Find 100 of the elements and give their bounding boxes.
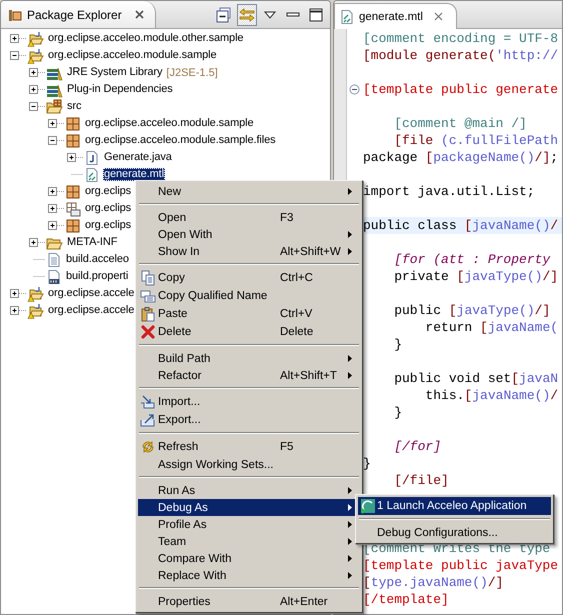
tree-toggle[interactable] (48, 204, 64, 213)
menu-item[interactable]: New (138, 183, 360, 200)
menu-item[interactable]: Compare With (138, 550, 360, 567)
menu-item[interactable]: Export... (138, 411, 360, 429)
package-icon (65, 218, 81, 234)
tree-item[interactable]: build.acceleo (65, 253, 130, 266)
tree-toggle[interactable] (48, 221, 64, 230)
tree-item[interactable]: org.eclipse.acceleo.module.sample (84, 117, 255, 130)
project-folder-icon (27, 30, 44, 46)
code-line: this.[javaName()/ (424, 387, 560, 404)
menu-item[interactable]: Properties Alt+Enter (138, 593, 360, 610)
java-file-icon (84, 150, 100, 166)
tree-toggle[interactable] (48, 119, 64, 128)
tree-toggle[interactable] (29, 85, 45, 94)
code-line: public [javaType()/] (393, 302, 552, 319)
editor-tab[interactable]: generate.mtl (334, 3, 457, 29)
close-icon (432, 11, 444, 22)
menu-item[interactable]: Copy Qualified Name (138, 287, 360, 305)
menu-item[interactable]: Refactor Alt+Shift+T (138, 367, 360, 384)
code-line: [/template] (363, 591, 450, 608)
view-tab[interactable]: Package Explorer (1, 1, 156, 28)
package-icon (65, 116, 81, 132)
tree-toggle[interactable] (48, 187, 64, 196)
export-icon (140, 412, 156, 428)
copy-icon (140, 288, 156, 304)
tree-item[interactable]: org.eclipse.acceleo.module.sample.files (84, 134, 277, 147)
project-folder-icon (27, 286, 44, 302)
code-line: [comment @main /] (393, 115, 528, 132)
tree-item[interactable]: org.eclipse.acceleo.module.sample (47, 49, 218, 62)
menu-item[interactable]: Refresh F5 (138, 438, 360, 456)
properties-file-icon (46, 268, 62, 284)
code-line: [file (c.fullFilePath (393, 132, 560, 149)
file-icon (46, 252, 62, 268)
menu-item[interactable]: 1 Launch Acceleo Application (358, 497, 551, 515)
code-line: } (393, 404, 404, 421)
menu-item[interactable]: Debug Configurations... (358, 524, 551, 541)
code-line: } (363, 455, 372, 472)
close-icon (134, 9, 145, 20)
tree-item[interactable]: src (66, 100, 82, 113)
menu-item[interactable]: Show In Alt+Shift+W (138, 243, 360, 260)
code-line: public void set[javaN (393, 370, 560, 387)
code-line: import java.util.List; (363, 183, 536, 200)
code-line: [/file] (393, 472, 450, 489)
collapse-icon (349, 84, 360, 95)
tree-item[interactable]: JRE System Library (66, 66, 164, 79)
tree-toggle[interactable] (10, 51, 26, 60)
package-icon (65, 132, 81, 148)
menu-item[interactable]: Run As (138, 482, 360, 499)
menu-item[interactable]: Assign Working Sets... (138, 456, 360, 473)
tab-title: generate.mtl (359, 10, 423, 22)
tree-toggle[interactable] (29, 238, 45, 247)
tree-item[interactable]: Plug-in Dependencies (66, 83, 174, 96)
tree-toggle[interactable] (10, 34, 26, 43)
delete-icon (140, 324, 156, 340)
menu-item[interactable]: Open With (138, 226, 360, 243)
paste-icon (140, 306, 156, 322)
tree-item[interactable]: generate.mtl (103, 168, 165, 181)
menu-item[interactable]: Paste Ctrl+V (138, 305, 360, 323)
package-folder-icon (65, 200, 81, 216)
minimize-icon (286, 12, 300, 17)
code-line: [template public generate (363, 81, 560, 98)
code-line: [module generate('http:// (363, 47, 560, 64)
tree-toggle[interactable] (29, 102, 45, 111)
tree-item[interactable]: org.eclipse.acceleo.module.other.sample (47, 32, 244, 45)
tree-toggle[interactable] (10, 306, 26, 315)
import-icon (140, 394, 156, 410)
code-line: return [javaName( (424, 319, 560, 336)
menu-item[interactable]: Open F3 (138, 209, 360, 226)
refresh-icon (140, 439, 156, 455)
code-line: package [packageName()/]; (363, 149, 560, 166)
package-icon (65, 184, 81, 200)
tree-item[interactable]: org.eclipse.accele (47, 287, 136, 300)
tree-item-decoration: [J2SE-1.5] (166, 66, 218, 78)
code-line: private [javaType()/] (393, 268, 560, 285)
tree-item[interactable]: Generate.java (103, 151, 173, 164)
project-folder-icon (27, 48, 44, 64)
source-folder-icon (46, 98, 63, 114)
tree-toggle[interactable] (10, 289, 26, 298)
menu-item[interactable]: Replace With (138, 567, 360, 584)
menu-item[interactable]: Copy Ctrl+C (138, 269, 360, 287)
template-file-icon (339, 8, 355, 24)
code-line: [comment encoding = UTF-8 (363, 30, 560, 47)
code-line: [for (att : Property (393, 251, 552, 268)
tree-item[interactable]: org.eclips (84, 219, 132, 232)
tree-item[interactable]: org.eclips (84, 202, 132, 215)
menu-item[interactable]: Build Path (138, 350, 360, 367)
tree-toggle[interactable] (29, 68, 45, 77)
tree-item[interactable]: build.properti (65, 270, 130, 283)
menu-item[interactable]: Import... (138, 393, 360, 411)
tree-item[interactable]: org.eclips (84, 185, 132, 198)
code-line: [template public javaType (363, 557, 560, 574)
two-arrows-icon (238, 6, 256, 22)
tree-item[interactable]: META-INF (66, 236, 118, 249)
code-line: } (393, 336, 404, 353)
tree-toggle[interactable] (48, 136, 64, 145)
copy-icon (140, 270, 156, 286)
tree-toggle[interactable] (67, 153, 83, 162)
menu-item[interactable]: Delete Delete (138, 323, 360, 341)
template-file-icon (84, 166, 100, 182)
tree-item[interactable]: org.eclipse.accele (47, 304, 136, 317)
